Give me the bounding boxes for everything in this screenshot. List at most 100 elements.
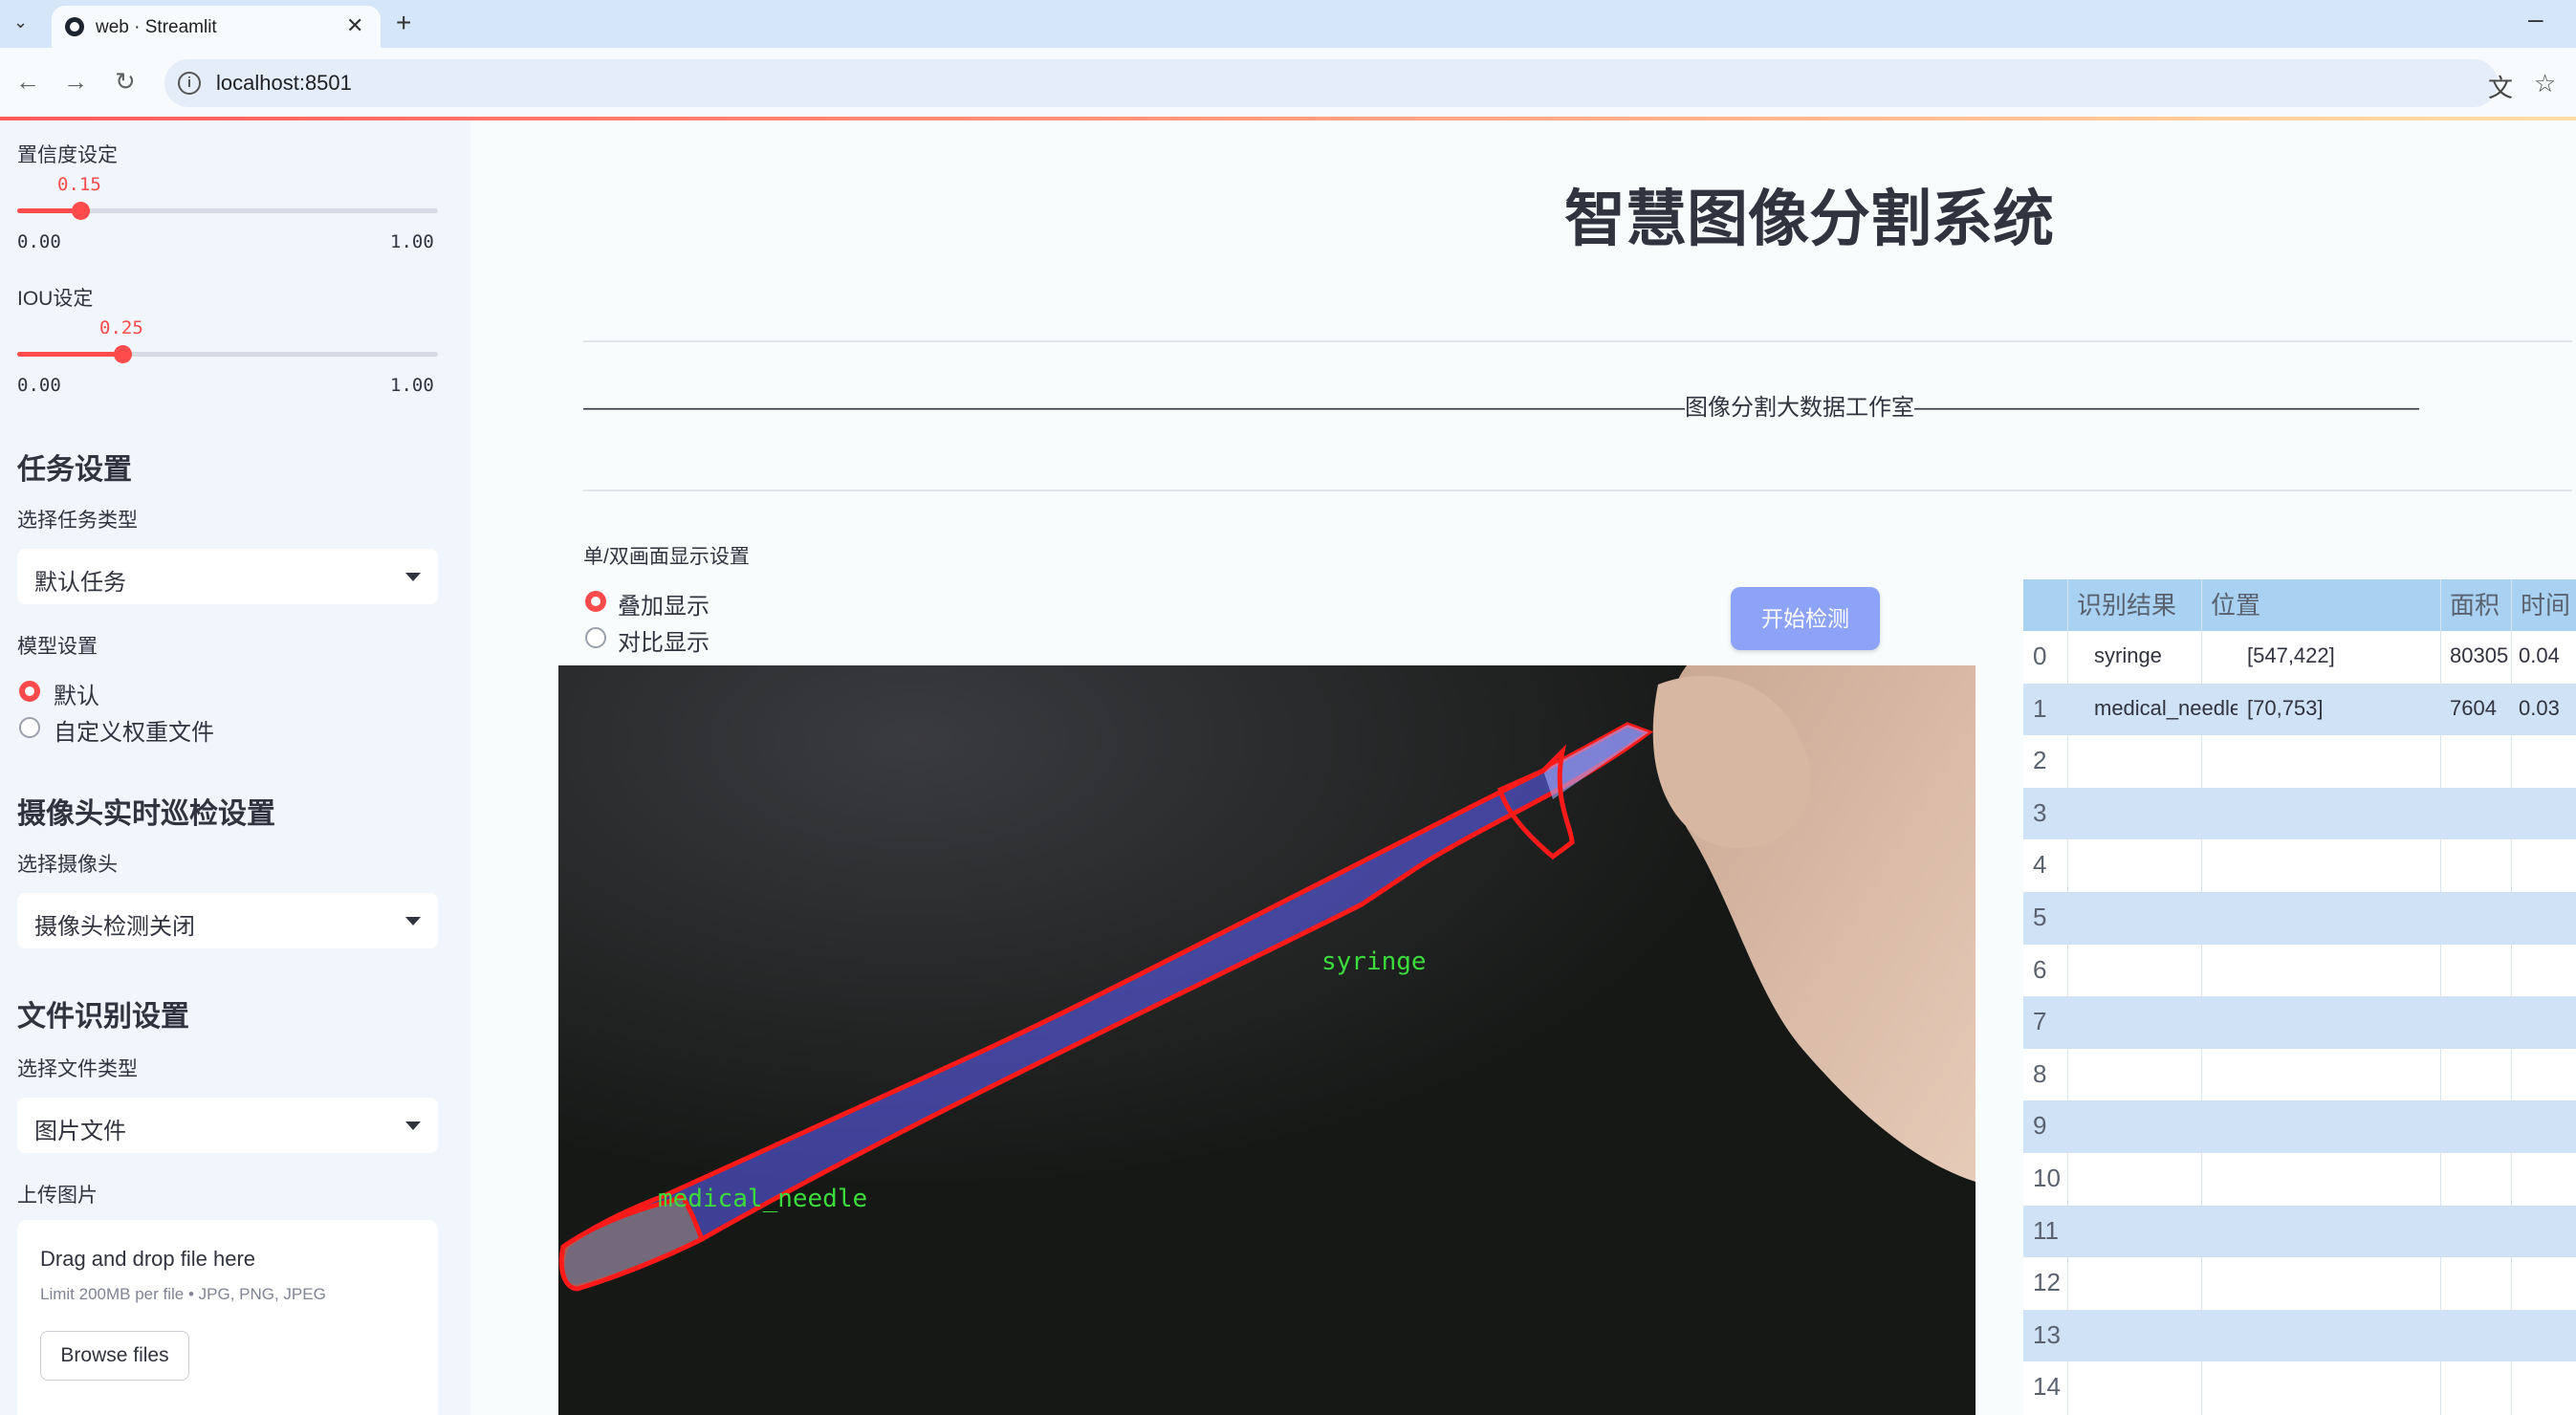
camera-select[interactable]: 摄像头检测关闭 xyxy=(17,893,438,948)
browser-tab[interactable]: web · Streamlit ✕ xyxy=(52,6,381,48)
overlay-display-label[interactable]: 叠加显示 xyxy=(618,587,709,620)
cell-result xyxy=(2094,1361,2238,1414)
cell-area: 80305 xyxy=(2450,643,2509,667)
close-icon[interactable]: ✕ xyxy=(346,13,363,38)
cell-result xyxy=(2094,892,2238,945)
table-row[interactable]: 7 xyxy=(2023,996,2576,1049)
file-type-select[interactable]: 图片文件 xyxy=(17,1098,438,1153)
cell-time xyxy=(2519,996,2576,1049)
compare-display-label[interactable]: 对比显示 xyxy=(618,623,709,657)
start-detection-button[interactable]: 开始检测 xyxy=(1731,587,1880,650)
model-custom-label[interactable]: 自定义权重文件 xyxy=(54,713,214,747)
chevron-down-icon xyxy=(405,573,421,581)
overlay-display-radio[interactable] xyxy=(585,591,606,612)
row-index: 10 xyxy=(2033,1164,2061,1192)
back-icon[interactable]: ← xyxy=(15,67,40,97)
cell-result xyxy=(2094,1153,2238,1206)
cell-result: medical_needle xyxy=(2094,695,2238,720)
dropzone-title: Drag and drop file here xyxy=(40,1247,256,1271)
file-type-label: 选择文件类型 xyxy=(17,1058,138,1080)
tab-list-icon[interactable]: ⌄ xyxy=(13,11,34,33)
row-index: 14 xyxy=(2033,1372,2061,1402)
url-text[interactable]: localhost:8501 xyxy=(216,71,352,96)
cell-result xyxy=(2094,1206,2238,1258)
browser-tab-bar: ⌄ web · Streamlit ✕ + – xyxy=(0,0,2576,48)
row-index: 11 xyxy=(2033,1215,2059,1245)
header-result[interactable]: 识别结果 xyxy=(2077,579,2176,631)
cell-area: 7604 xyxy=(2450,695,2497,720)
file-dropzone[interactable]: Drag and drop file here Limit 200MB per … xyxy=(17,1220,438,1415)
row-index: 9 xyxy=(2033,1111,2047,1141)
row-index: 13 xyxy=(2033,1319,2061,1349)
cell-result xyxy=(2094,839,2238,892)
table-row[interactable]: 12 xyxy=(2023,1257,2576,1310)
table-row[interactable]: 4 xyxy=(2023,839,2576,892)
iou-value: 0.25 xyxy=(99,317,143,338)
forward-icon[interactable]: → xyxy=(63,67,88,97)
segmentation-overlay: syringe medical_needle xyxy=(558,665,1976,1415)
table-row[interactable]: 2 xyxy=(2023,735,2576,788)
cell-time xyxy=(2519,1153,2576,1206)
minimize-icon[interactable]: – xyxy=(2528,4,2543,34)
row-index: 8 xyxy=(2033,1058,2047,1088)
cell-result xyxy=(2094,996,2238,1049)
result-image: syringe medical_needle xyxy=(558,665,1976,1415)
bookmark-star-icon[interactable]: ☆ xyxy=(2534,69,2556,98)
table-row[interactable]: 14 xyxy=(2023,1361,2576,1414)
address-bar: ← → ↻ i localhost:8501 文 ☆ xyxy=(0,48,2576,117)
row-index: 6 xyxy=(2033,954,2047,984)
cell-time xyxy=(2519,945,2576,997)
confidence-max: 1.00 xyxy=(390,231,434,252)
translate-icon[interactable]: 文 xyxy=(2488,69,2513,104)
iou-slider-thumb[interactable] xyxy=(114,345,132,363)
new-tab-icon[interactable]: + xyxy=(396,8,411,38)
upload-label: 上传图片 xyxy=(17,1185,98,1207)
url-field[interactable]: i localhost:8501 xyxy=(164,59,2498,107)
row-index: 3 xyxy=(2033,797,2047,827)
table-header: 识别结果 位置 面积 时间 xyxy=(2023,579,2576,631)
model-default-radio[interactable] xyxy=(19,681,40,702)
results-table[interactable]: 识别结果 位置 面积 时间 0 syringe [547,422] 80305 0.04… xyxy=(2023,579,2576,1415)
page-title: 智慧图像分割系统 xyxy=(1564,185,2054,253)
table-row[interactable]: 5 xyxy=(2023,892,2576,945)
cell-result xyxy=(2094,1049,2238,1101)
table-row[interactable]: 11 xyxy=(2023,1205,2576,1258)
browse-files-button[interactable]: Browse files xyxy=(40,1331,189,1381)
display-mode-label: 单/双画面显示设置 xyxy=(583,546,750,568)
camera-value: 摄像头检测关闭 xyxy=(34,914,195,940)
table-row[interactable]: 6 xyxy=(2023,945,2576,997)
cell-time xyxy=(2519,892,2576,945)
cell-time xyxy=(2519,1100,2576,1153)
task-type-select[interactable]: 默认任务 xyxy=(17,549,438,604)
table-row[interactable]: 3 xyxy=(2023,787,2576,840)
table-row[interactable]: 0 syringe [547,422] 80305 0.04 xyxy=(2023,631,2576,684)
site-info-icon[interactable]: i xyxy=(178,72,201,95)
table-row[interactable]: 10 xyxy=(2023,1153,2576,1206)
compare-display-radio[interactable] xyxy=(585,627,606,648)
model-custom-radio[interactable] xyxy=(19,717,40,738)
reload-icon[interactable]: ↻ xyxy=(115,67,136,97)
task-type-label: 选择任务类型 xyxy=(17,510,138,532)
table-row[interactable]: 1 medical_needle [70,753] 7604 0.03 xyxy=(2023,683,2576,736)
model-default-label[interactable]: 默认 xyxy=(54,677,99,710)
task-type-value: 默认任务 xyxy=(34,570,126,596)
table-row[interactable]: 9 xyxy=(2023,1100,2576,1153)
header-time[interactable]: 时间 xyxy=(2521,579,2570,631)
camera-settings-heading: 摄像头实时巡检设置 xyxy=(17,798,275,830)
file-settings-heading: 文件识别设置 xyxy=(17,1001,189,1033)
header-position[interactable]: 位置 xyxy=(2211,579,2260,631)
cell-position: [70,753] xyxy=(2247,695,2324,720)
cell-time xyxy=(2519,1310,2576,1362)
cell-result xyxy=(2094,788,2238,840)
iou-slider[interactable] xyxy=(17,345,438,363)
cell-result xyxy=(2094,1257,2238,1310)
row-index: 12 xyxy=(2033,1268,2061,1297)
confidence-slider[interactable] xyxy=(17,202,438,220)
table-row[interactable]: 13 xyxy=(2023,1309,2576,1362)
iou-max: 1.00 xyxy=(390,375,434,396)
row-index: 2 xyxy=(2033,746,2047,775)
model-label: 模型设置 xyxy=(17,636,98,658)
confidence-slider-thumb[interactable] xyxy=(72,202,90,220)
table-row[interactable]: 8 xyxy=(2023,1049,2576,1101)
header-area[interactable]: 面积 xyxy=(2450,579,2500,631)
